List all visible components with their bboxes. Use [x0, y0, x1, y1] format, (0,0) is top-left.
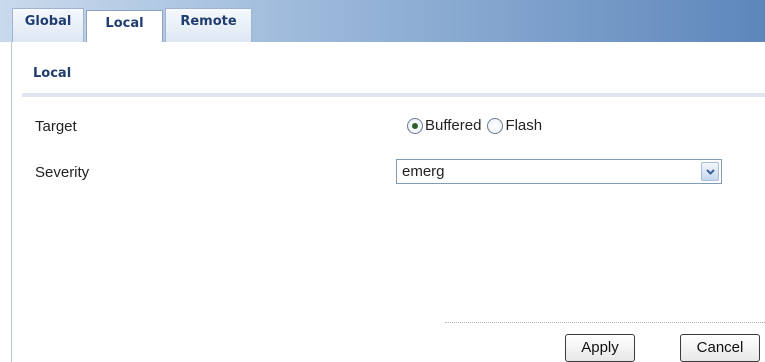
buffered-radio[interactable] — [407, 117, 423, 134]
panel-border — [11, 42, 12, 362]
flash-radio-label[interactable]: Flash — [505, 117, 542, 134]
severity-select-value: emerg — [402, 163, 445, 180]
tab-bar: Global Local Remote — [0, 0, 765, 42]
button-divider — [445, 322, 765, 323]
section-divider — [22, 93, 765, 97]
target-label: Target — [35, 118, 77, 135]
severity-select[interactable]: emerg — [396, 159, 722, 184]
flash-radio[interactable] — [487, 117, 504, 134]
severity-label: Severity — [35, 164, 90, 181]
target-radio-group: Buffered Flash — [407, 117, 548, 134]
apply-button[interactable]: Apply — [565, 334, 635, 362]
chevron-down-icon[interactable] — [701, 162, 719, 181]
tab-local[interactable]: Local — [86, 10, 163, 42]
buffered-radio-label[interactable]: Buffered — [425, 117, 481, 134]
tab-global[interactable]: Global — [12, 8, 84, 42]
section-title: Local — [33, 66, 72, 81]
cancel-button[interactable]: Cancel — [680, 334, 760, 362]
tab-remote[interactable]: Remote — [165, 8, 252, 42]
